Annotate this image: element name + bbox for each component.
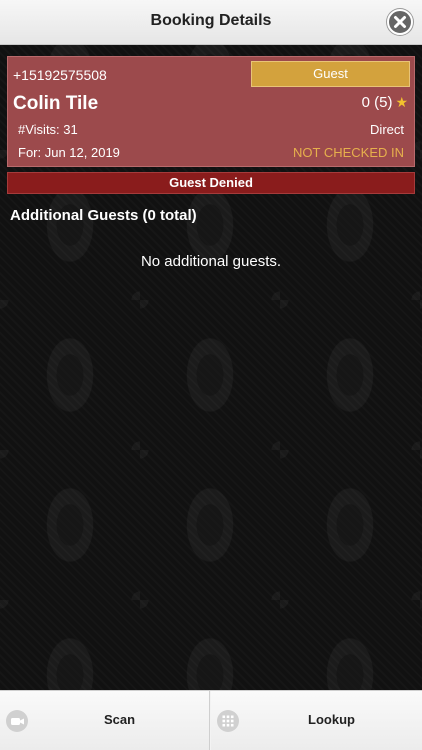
additional-guests-empty: No additional guests. xyxy=(140,253,282,270)
close-icon xyxy=(394,16,406,28)
guest-name: Colin Tile xyxy=(13,93,99,114)
rating-value: 0 (5) xyxy=(361,94,393,111)
header-bar: Booking Details xyxy=(0,0,422,45)
guest-phone[interactable]: +15192575508 xyxy=(13,67,107,83)
guest-type-badge: Guest xyxy=(251,61,410,87)
checkin-status: NOT CHECKED IN xyxy=(293,145,404,160)
booking-card: +15192575508 Guest Colin Tile 0 (5) ★ #Vi… xyxy=(7,56,415,167)
scan-button[interactable]: Scan xyxy=(0,691,210,750)
booking-date: For: Jun 12, 2019 xyxy=(18,145,120,160)
camera-icon xyxy=(6,710,28,732)
status-banner: Guest Denied xyxy=(7,172,415,194)
lookup-label: Lookup xyxy=(308,712,355,727)
scan-label: Scan xyxy=(103,712,136,727)
booking-source: Direct xyxy=(370,122,404,137)
page-title: Booking Details xyxy=(150,12,272,29)
star-icon: ★ xyxy=(395,94,408,110)
bottom-toolbar: Scan Lookup xyxy=(0,690,422,750)
additional-guests-heading: Additional Guests (0 total) xyxy=(10,207,197,224)
grid-icon xyxy=(217,710,239,732)
lookup-button[interactable]: Lookup xyxy=(211,691,422,750)
visit-count: #Visits: 31 xyxy=(18,122,78,137)
close-button[interactable] xyxy=(387,9,413,35)
guest-rating: 0 (5) ★ xyxy=(362,94,408,111)
